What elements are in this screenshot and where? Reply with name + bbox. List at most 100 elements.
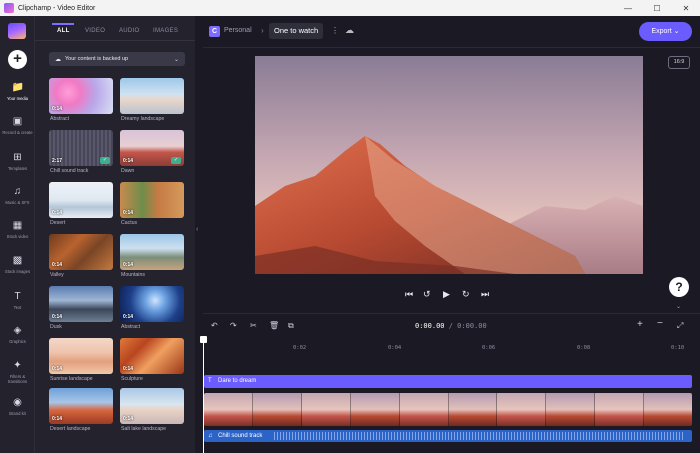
- rail-item-graphics[interactable]: ◈ Graphics: [0, 325, 35, 344]
- media-item[interactable]: 0:14: [120, 338, 184, 374]
- left-rail: + 📁 Your media ▣ Record & create ⊞ Templ…: [0, 16, 35, 453]
- delete-icon[interactable]: 🗑: [269, 321, 279, 330]
- rail-item-stock-images[interactable]: ▩ Stock images: [0, 255, 35, 274]
- media-item[interactable]: 0:14: [49, 286, 113, 322]
- active-tab-indicator: [52, 23, 74, 25]
- media-item[interactable]: 0:14: [49, 338, 113, 374]
- minimize-icon[interactable]: —: [614, 0, 642, 16]
- shapes-icon: ◈: [13, 325, 22, 336]
- audio-waveform: [274, 432, 684, 440]
- undo-icon[interactable]: ↶: [211, 321, 218, 330]
- media-item-caption: Sculpture: [121, 376, 143, 382]
- timecode-display: 0:00.00 / 0:00.00: [415, 322, 487, 330]
- music-note-icon: ♫: [208, 433, 213, 439]
- skip-forward-icon[interactable]: ⏭: [481, 289, 489, 300]
- media-item[interactable]: 0:14: [49, 78, 113, 114]
- collapse-panel-chevron-icon[interactable]: ‹: [196, 226, 203, 240]
- add-media-button[interactable]: +: [8, 50, 27, 69]
- backup-status-dropdown[interactable]: ☁ Your content is backed up ⌄: [49, 52, 185, 66]
- aspect-ratio-button[interactable]: 16:9: [668, 56, 690, 69]
- rewind-5-icon[interactable]: ↺: [423, 289, 431, 300]
- zoom-in-icon[interactable]: +: [637, 319, 643, 330]
- backup-label: Your content is backed up: [65, 56, 129, 62]
- media-item-caption: Desert landscape: [50, 426, 91, 432]
- fit-timeline-icon[interactable]: ⤢: [677, 321, 683, 331]
- title-bar: Clipchamp - Video Editor — ☐ ✕: [0, 0, 700, 16]
- film-icon: ▦: [12, 220, 23, 231]
- video-frame: [301, 393, 351, 426]
- media-tabs: ALL VIDEO AUDIO IMAGES: [35, 16, 195, 41]
- video-track-clip[interactable]: [204, 393, 692, 426]
- tab-audio[interactable]: AUDIO: [119, 28, 140, 34]
- playhead[interactable]: [203, 338, 204, 453]
- cloud-sync-icon[interactable]: ☁: [345, 25, 354, 36]
- video-frame: [350, 393, 400, 426]
- time-ruler[interactable]: 0:02 0:04 0:06 0:08 0:10: [203, 338, 700, 354]
- forward-5-icon[interactable]: ↻: [462, 289, 470, 300]
- tab-images[interactable]: IMAGES: [153, 28, 178, 34]
- current-time: 0:00.00: [415, 322, 445, 330]
- chevron-down-icon[interactable]: ⌄: [676, 303, 681, 310]
- split-scissors-icon[interactable]: ✂: [250, 321, 257, 330]
- rail-item-templates[interactable]: ⊞ Templates: [0, 152, 35, 171]
- tab-all[interactable]: ALL: [57, 28, 70, 34]
- media-item[interactable]: 0:14: [49, 388, 113, 424]
- preview-frame-image: [255, 56, 643, 274]
- video-frame: [595, 393, 645, 426]
- ruler-tick: 0:02: [293, 345, 307, 351]
- rail-item-record-create[interactable]: ▣ Record & create: [0, 116, 35, 135]
- media-item-caption: Valley: [50, 272, 64, 278]
- zoom-out-icon[interactable]: −: [657, 318, 663, 329]
- media-item[interactable]: 0:14 ✓: [120, 130, 184, 166]
- media-item[interactable]: 0:14: [49, 182, 113, 218]
- breadcrumb-chevron-icon: ›: [261, 26, 264, 35]
- play-icon[interactable]: ▶: [443, 289, 450, 300]
- timeline: ↶ ↷ ✂ 🗑 ⧉ 0:00.00 / 0:00.00 + − ⤢ 0:02 0…: [200, 313, 700, 453]
- media-item[interactable]: 0:14: [49, 234, 113, 270]
- rail-item-brand-kit[interactable]: ◉ Brand kit: [0, 397, 35, 416]
- playhead-handle[interactable]: [200, 336, 207, 343]
- export-button[interactable]: Export ⌄: [639, 22, 692, 41]
- brand-icon: ◉: [13, 397, 22, 408]
- workspace-avatar[interactable]: C: [209, 26, 220, 37]
- time-separator: /: [448, 322, 453, 330]
- media-item[interactable]: 0:14: [120, 234, 184, 270]
- media-item[interactable]: 0:14: [120, 388, 184, 424]
- media-item-caption: Desert: [50, 220, 66, 226]
- skip-back-icon[interactable]: ⏮: [405, 289, 413, 300]
- text-track-clip[interactable]: T Dare to dream: [204, 375, 692, 388]
- help-button[interactable]: ?: [669, 277, 689, 297]
- cloud-check-icon: ☁: [55, 56, 61, 63]
- video-frame: [644, 393, 692, 426]
- media-item-caption: Dreamy landscape: [121, 116, 165, 122]
- ruler-tick: 0:10: [671, 345, 685, 351]
- redo-icon[interactable]: ↷: [230, 321, 237, 330]
- audio-track-clip[interactable]: ♫ Chill sound track: [204, 430, 692, 442]
- rail-item-your-media[interactable]: 📁 Your media: [0, 82, 35, 101]
- media-item-caption: Sunrise landscape: [50, 376, 93, 382]
- added-check-icon: ✓: [171, 157, 181, 164]
- rail-item-music-sfx[interactable]: ♫ Music & SFX: [0, 186, 35, 205]
- more-options-icon[interactable]: ⋮: [331, 26, 339, 35]
- duplicate-icon[interactable]: ⧉: [288, 321, 294, 331]
- media-item-caption: Dusk: [50, 324, 62, 330]
- grid-icon: ⊞: [13, 152, 22, 163]
- ruler-tick: 0:08: [577, 345, 591, 351]
- video-frame: [399, 393, 449, 426]
- media-item[interactable]: [120, 78, 184, 114]
- maximize-icon[interactable]: ☐: [643, 0, 671, 16]
- workspace-name[interactable]: Personal: [224, 27, 252, 34]
- rail-item-stock-video[interactable]: ▦ Stock video: [0, 220, 35, 239]
- media-item[interactable]: 2:17 ✓: [49, 130, 113, 166]
- project-title[interactable]: One to watch: [269, 23, 324, 39]
- rail-item-text[interactable]: T Text: [0, 291, 35, 310]
- folder-icon: 📁: [11, 82, 24, 93]
- tab-video[interactable]: VIDEO: [85, 28, 105, 34]
- media-item[interactable]: 0:14: [120, 286, 184, 322]
- media-item[interactable]: 0:14: [120, 182, 184, 218]
- video-preview: [255, 56, 643, 274]
- rail-item-filters-transitions[interactable]: ✦ Filters & transitions: [0, 360, 35, 384]
- music-icon: ♫: [13, 186, 22, 197]
- close-icon[interactable]: ✕: [672, 0, 700, 16]
- video-frame: [546, 393, 596, 426]
